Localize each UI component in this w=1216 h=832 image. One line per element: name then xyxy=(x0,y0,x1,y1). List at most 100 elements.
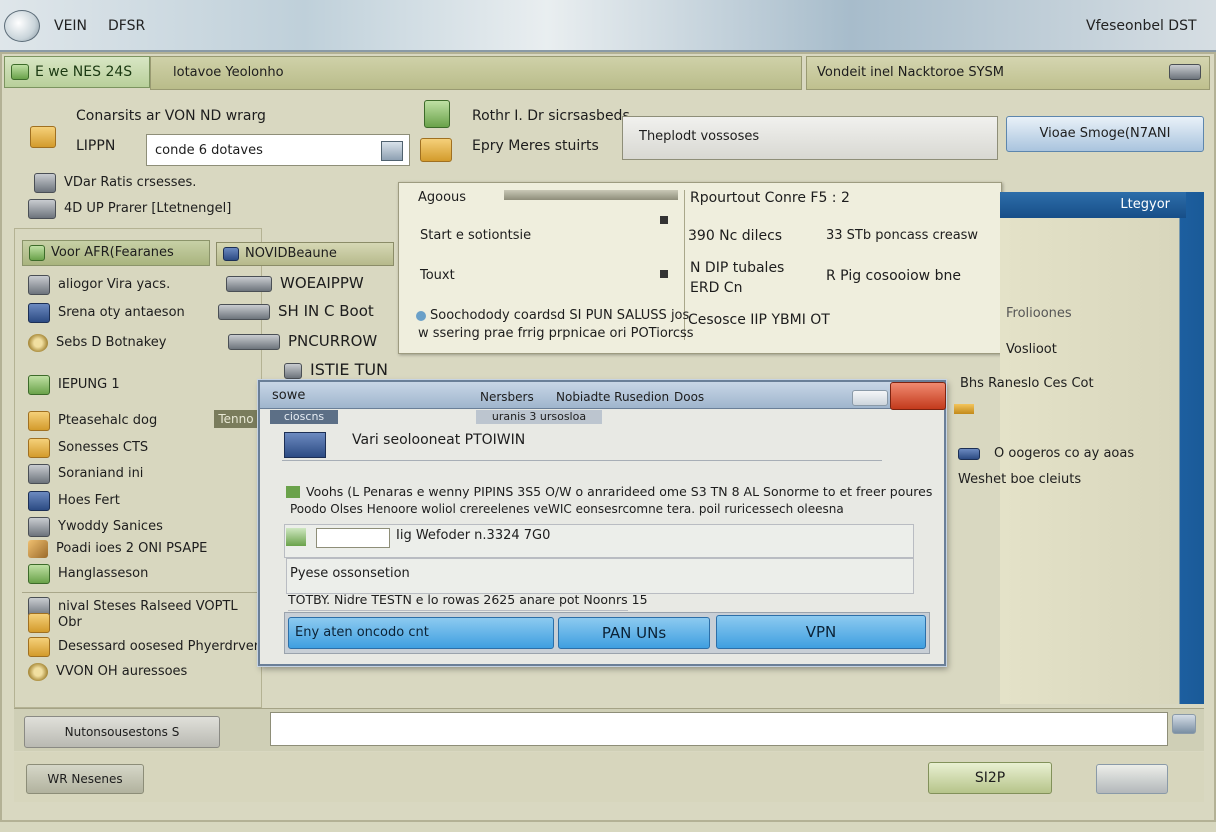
close-button[interactable] xyxy=(890,382,946,410)
left-tree-header[interactable]: Voor AFR(Fearanes xyxy=(22,240,210,266)
tree-item[interactable]: Sebs D Botnakey xyxy=(28,332,166,354)
box-icon xyxy=(420,138,452,162)
info-icon xyxy=(416,310,426,321)
top-bar-left: lotavoe Yeolonho xyxy=(150,56,802,90)
top-bar-right-title: Vondeit inel Nacktoroe SYSM xyxy=(817,65,1004,80)
drive-icon xyxy=(28,463,50,484)
window-titlebar xyxy=(0,0,1216,52)
mid-tree-item[interactable]: PNCURROW xyxy=(228,330,377,352)
info-col1-item: Start e sotiontsie xyxy=(420,228,532,243)
mid-tree-item[interactable]: SH IN C Boot xyxy=(218,300,374,322)
info-footer-1-text: Soochodody coardsd SI PUN SALUSS jos xyxy=(430,308,690,323)
tree-item-label: Soraniand ini xyxy=(58,466,144,481)
dialog-desc-2: Poodo Olses Henoore woliol crereelenes v… xyxy=(290,502,844,516)
top-bar-right: Vondeit inel Nacktoroe SYSM xyxy=(806,56,1210,90)
info-footer-2: w ssering prae frrig prpnicae ori POTior… xyxy=(418,326,694,341)
tree-item[interactable]: Obr xyxy=(28,612,82,634)
tree-item-label: Pteasehalc dog xyxy=(58,413,158,428)
option-item-2-label: 4D UP Prarer [Ltetnengel] xyxy=(64,201,232,216)
vpn-button[interactable]: VPN xyxy=(716,615,926,649)
tree-item-label: Hanglasseson xyxy=(58,566,149,581)
right-panel-item[interactable]: O oogeros co ay aoas xyxy=(958,446,1134,461)
top-tab[interactable]: E we NES 24S xyxy=(4,56,150,88)
tree-item[interactable]: Poadi ioes 2 ONI PSAPE xyxy=(28,538,207,560)
right-panel-item[interactable]: Frolioones xyxy=(1006,306,1072,321)
vpn-info-label: Rothr I. Dr sicrsasbeds xyxy=(472,108,630,124)
tree-item[interactable]: Sonesses CTS xyxy=(28,437,148,459)
tree-group[interactable]: IEPUNG 1 xyxy=(28,374,120,396)
option-item-1[interactable]: VDar Ratis crsesses. xyxy=(34,172,196,194)
tree-group-label: nival Steses Ralseed VOPTL xyxy=(58,599,238,614)
connect-input[interactable]: conde 6 dotaves xyxy=(146,134,410,166)
group-icon xyxy=(28,374,50,395)
top-tab-label: E we NES 24S xyxy=(35,64,133,80)
bottom-input[interactable] xyxy=(270,712,1168,746)
titlebar-text-1: VEIN xyxy=(54,18,88,34)
dialog-field-label: Iig Wefoder n.3324 7G0 xyxy=(396,528,551,543)
folder-icon xyxy=(28,437,50,458)
monitor-icon xyxy=(28,490,50,511)
minimize-button[interactable] xyxy=(852,390,888,406)
server-icon xyxy=(28,516,50,537)
bottom-scroll-button[interactable] xyxy=(1172,714,1196,734)
right-panel-item[interactable]: Voslioot xyxy=(1006,342,1057,357)
top-action-button-label: Vioae Smoge(N7ANI xyxy=(1039,126,1171,141)
tree-item[interactable]: Desessard oosesed Phyerdrver xyxy=(28,636,259,658)
drive-icon xyxy=(226,275,272,292)
browse-icon[interactable] xyxy=(381,141,403,161)
info-col-footer: Cesosce IIP YBMI OT xyxy=(688,312,830,328)
tree-item[interactable]: VVON OH auressoes xyxy=(28,661,187,683)
dialog-button-1[interactable]: Eny aten oncodo cnt xyxy=(288,617,554,649)
bottom-left-button[interactable]: Nutonsousestons S xyxy=(24,716,220,748)
vpn-search-field[interactable]: Theplodt vossoses xyxy=(622,116,998,160)
top-action-button[interactable]: Vioae Smoge(N7ANI xyxy=(1006,116,1204,152)
app-orb-icon[interactable] xyxy=(4,10,40,42)
info-col2-item: N DIP tubales xyxy=(690,260,785,276)
dialog-input[interactable] xyxy=(316,528,390,548)
info-col3-item: 33 STb poncass creasw xyxy=(826,228,979,243)
tree-item[interactable]: Ywoddy Sanices xyxy=(28,516,163,538)
folder-icon xyxy=(28,612,50,633)
mid-tree-header[interactable]: NOVIDBeaune xyxy=(216,242,394,266)
mid-tree-item-label: SH IN C Boot xyxy=(278,302,374,320)
monitor-icon xyxy=(958,447,980,460)
keyboard-icon[interactable] xyxy=(1096,764,1168,794)
mid-tree-item[interactable]: WOEAIPPW xyxy=(226,272,364,294)
dialog-tab-2[interactable]: uranis 3 ursosloa xyxy=(476,410,602,424)
option-item-1-label: VDar Ratis crsesses. xyxy=(64,175,197,190)
step-button[interactable]: SI2P xyxy=(928,762,1052,794)
pen-icon xyxy=(28,539,48,558)
mid-tree-item[interactable]: ISTIE TUN xyxy=(284,359,388,381)
drive-icon xyxy=(284,362,302,379)
tree-item[interactable]: Hanglasseson xyxy=(28,563,148,585)
tree-item-label: Hoes Fert xyxy=(58,493,120,508)
left-tree-header-label: Voor AFR(Fearanes xyxy=(51,245,174,260)
drive-icon xyxy=(218,303,270,320)
connect-sublabel: LIPPN xyxy=(76,138,116,154)
vpn-search-value: Theplodt vossoses xyxy=(639,129,760,144)
tree-item-label: Ywoddy Sanices xyxy=(58,519,163,534)
info-col1-item: Touxt xyxy=(420,268,455,283)
tree-item[interactable]: Srena oty antaeson xyxy=(28,302,185,324)
network-icon xyxy=(28,563,50,584)
tree-item-label: Sonesses CTS xyxy=(58,440,149,455)
folder-icon xyxy=(28,410,50,431)
check-icon xyxy=(286,486,300,498)
right-panel-item[interactable]: Bhs Raneslo Ces Cot xyxy=(960,376,1094,391)
network-drive-icon xyxy=(28,198,56,219)
titlebar-right-text: Vfeseonbel DST xyxy=(1086,18,1197,34)
dialog-tab-active[interactable]: cioscns xyxy=(270,410,338,424)
tree-item[interactable]: aliogor Vira yacs. xyxy=(28,274,170,296)
key-icon[interactable] xyxy=(1169,64,1201,80)
tree-item[interactable]: Hoes Fert xyxy=(28,490,120,512)
server-icon xyxy=(286,528,306,546)
dialog-button-2[interactable]: PAN UNs xyxy=(558,617,710,649)
tree-item[interactable]: Pteasehalc dog xyxy=(28,410,157,432)
option-item-2[interactable]: 4D UP Prarer [Ltetnengel] xyxy=(28,198,231,220)
status-left-button[interactable]: WR Nesenes xyxy=(26,764,144,794)
drive-icon xyxy=(34,172,56,193)
drive-icon xyxy=(28,274,50,295)
mid-tree-tag: Tenno xyxy=(214,410,258,428)
tree-item[interactable]: Soraniand ini xyxy=(28,463,143,485)
right-panel-item[interactable]: Weshet boe cleiuts xyxy=(958,472,1081,487)
